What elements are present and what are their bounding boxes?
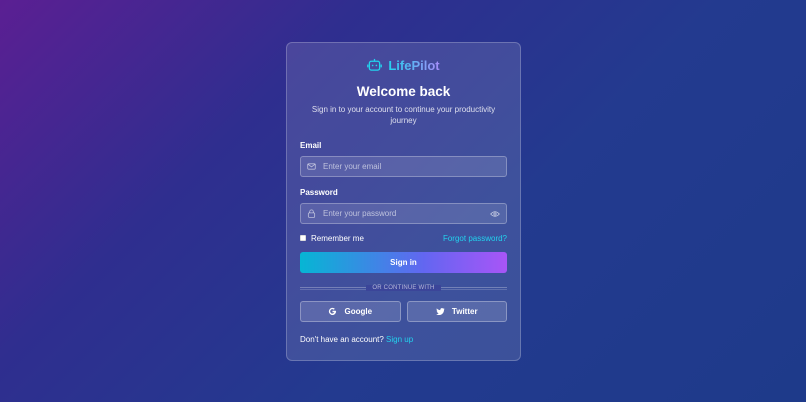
google-button[interactable]: Google xyxy=(300,301,401,322)
eye-icon[interactable] xyxy=(490,210,500,218)
twitter-label: Twitter xyxy=(451,307,478,316)
remember-label: Remember me xyxy=(311,233,364,243)
email-placeholder: Enter your email xyxy=(323,162,382,171)
email-field[interactable]: Enter your email xyxy=(300,156,507,177)
sign-up-link[interactable]: Sign up xyxy=(386,335,413,344)
google-label: Google xyxy=(344,307,373,316)
forgot-password-link[interactable]: Forgot password? xyxy=(443,234,507,243)
robot-icon xyxy=(367,58,383,71)
brand: LifePilot xyxy=(300,56,507,74)
password-field[interactable]: Enter your password xyxy=(300,203,507,224)
google-icon xyxy=(329,307,337,316)
signup-prompt: Don't have an account? Sign up xyxy=(300,335,507,344)
sign-in-button[interactable]: Sign in xyxy=(300,252,507,273)
lock-icon xyxy=(307,209,316,218)
brand-name: LifePilot xyxy=(388,57,440,73)
password-placeholder: Enter your password xyxy=(323,209,397,218)
email-label: Email xyxy=(300,141,322,150)
twitter-button[interactable]: Twitter xyxy=(406,301,507,322)
page-title: Welcome back xyxy=(356,84,451,99)
twitter-icon xyxy=(436,308,445,316)
remember-me[interactable]: Remember me xyxy=(300,234,364,243)
password-label: Password xyxy=(300,188,338,197)
divider-label: OR CONTINUE WITH xyxy=(366,285,441,291)
page-subtitle: Sign in to your account to continue your… xyxy=(311,105,496,125)
divider: OR CONTINUE WITH xyxy=(300,283,507,293)
signup-prompt-text: Don't have an account? xyxy=(300,335,384,344)
remember-checkbox[interactable] xyxy=(300,235,306,241)
options-row: Remember me Forgot password? xyxy=(300,233,507,243)
login-card: LifePilot Welcome back Sign in to your a… xyxy=(286,42,521,361)
mail-icon xyxy=(307,163,316,170)
social-buttons: Google Twitter xyxy=(300,301,507,322)
